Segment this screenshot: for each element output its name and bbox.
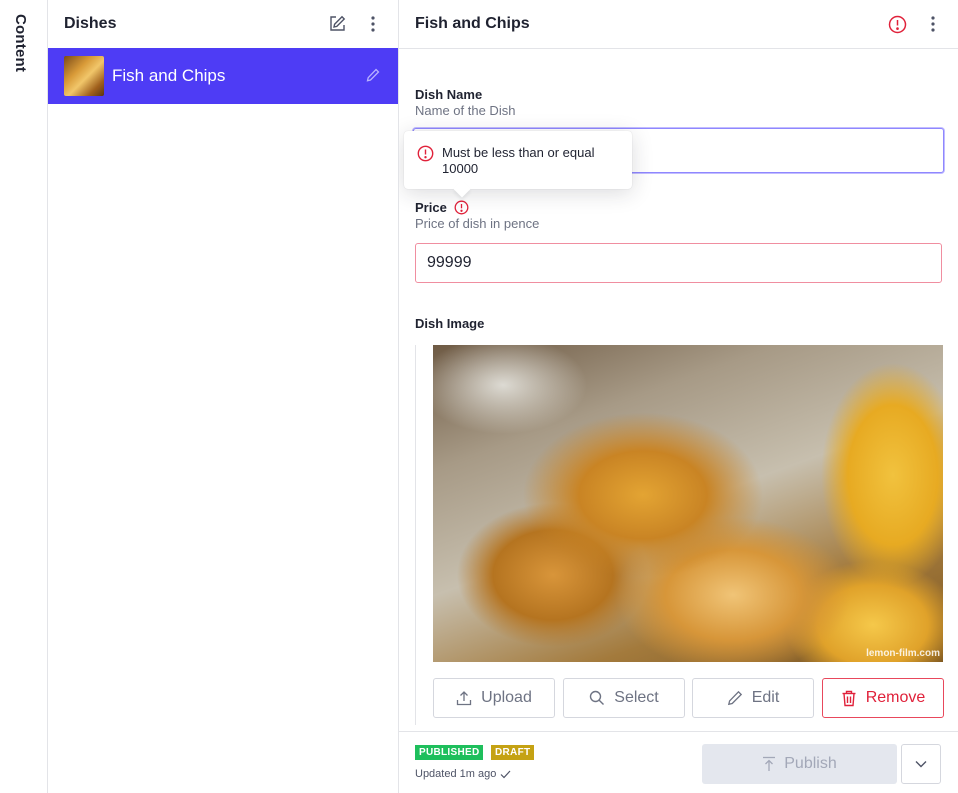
list-pane-title: Dishes: [64, 15, 117, 32]
document-form: Dish Name Name of the Dish Must be less …: [399, 49, 958, 731]
published-badge: PUBLISHED: [415, 745, 484, 760]
price-description: Price of dish in pence: [415, 216, 540, 231]
upload-button[interactable]: Upload: [433, 678, 555, 718]
chevron-down-icon: [915, 761, 927, 768]
error-circle-icon[interactable]: [454, 200, 469, 215]
draft-badge: DRAFT: [491, 745, 535, 760]
studio-app: Content Dishes Fish and Chips Fish and C…: [0, 0, 958, 793]
document-pane: Fish and Chips Dish Name Name of the Dis…: [399, 0, 958, 793]
validation-message: Must be less than or equal 10000: [442, 145, 595, 176]
error-circle-icon: [417, 145, 434, 167]
edit-button[interactable]: Edit: [692, 678, 814, 718]
remove-label: Remove: [865, 689, 926, 706]
select-label: Select: [614, 689, 659, 706]
tooltip-arrow: [453, 180, 471, 198]
compose-button[interactable]: [325, 12, 349, 36]
list-menu-button[interactable]: [361, 12, 385, 36]
dish-name-label: Dish Name: [415, 87, 483, 102]
list-pane: Dishes Fish and Chips: [48, 0, 399, 793]
compose-icon: [330, 15, 346, 31]
price-label-row: Price: [415, 200, 469, 215]
publish-button[interactable]: Publish: [702, 744, 897, 784]
validation-tooltip: Must be less than or equal 10000: [404, 131, 632, 198]
more-vertical-icon: [371, 16, 375, 32]
updated-text: Updated 1m ago: [415, 768, 497, 780]
upload-icon: [456, 691, 472, 706]
select-button[interactable]: Select: [563, 678, 685, 718]
publish-label: Publish: [784, 755, 837, 772]
list-item-title: Fish and Chips: [112, 66, 226, 85]
price-label: Price: [415, 200, 447, 215]
dish-image[interactable]: lemon-film.com: [433, 345, 943, 662]
remove-button[interactable]: Remove: [822, 678, 944, 718]
dish-image-field: lemon-film.com Upload Select Edit Remove: [415, 345, 944, 725]
pencil-icon: [366, 68, 380, 82]
edit-label: Edit: [751, 689, 780, 706]
rail-label-content[interactable]: Content: [12, 14, 29, 72]
price-input[interactable]: 99999: [415, 243, 942, 283]
image-watermark: lemon-film.com: [866, 648, 940, 659]
document-footer: PUBLISHED DRAFT Updated 1m ago Publish: [399, 731, 958, 793]
list-item[interactable]: Fish and Chips: [48, 48, 398, 104]
error-circle-icon: [888, 15, 906, 33]
tool-rail: Content: [0, 0, 48, 793]
more-vertical-icon: [931, 16, 935, 32]
list-pane-header: Dishes: [48, 0, 398, 48]
dish-thumbnail: [64, 56, 104, 96]
pencil-icon: [727, 690, 742, 706]
validation-status-button[interactable]: [885, 12, 909, 36]
document-menu-button[interactable]: [921, 12, 945, 36]
dish-image-label: Dish Image: [415, 316, 485, 331]
trash-icon: [842, 690, 856, 706]
upload-label: Upload: [481, 689, 532, 706]
publish-icon: [763, 756, 776, 771]
search-icon: [590, 690, 605, 705]
dish-name-description: Name of the Dish: [415, 103, 516, 118]
updated-status: Updated 1m ago: [415, 768, 511, 780]
document-actions-menu-button[interactable]: [901, 744, 941, 784]
checkmark-icon: [500, 770, 511, 778]
document-title: Fish and Chips: [415, 15, 530, 32]
document-header: Fish and Chips: [399, 0, 958, 49]
edit-item-button[interactable]: [366, 68, 380, 87]
